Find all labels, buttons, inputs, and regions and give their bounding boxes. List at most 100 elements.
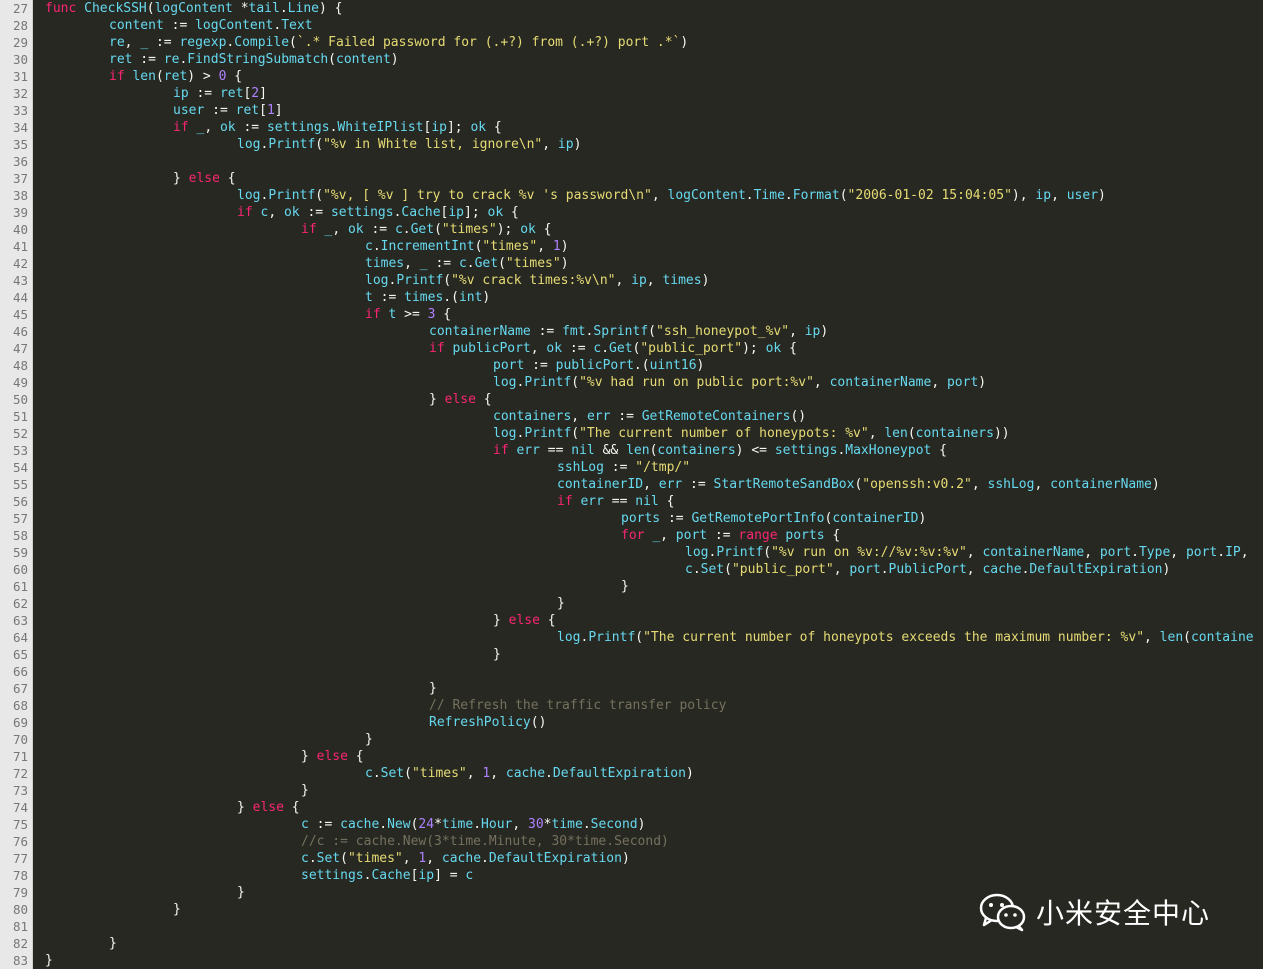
- code-editor[interactable]: 27 28 29 30 31 32 33 34 35 36 37 38 39 40 41 42 43 44 45 46…: [0, 0, 1263, 969]
- line-number: 47: [12, 341, 28, 356]
- code-line: c.Set("public_port", port.PublicPort, ca…: [685, 562, 1171, 577]
- code-line: user := ret[1]: [173, 103, 283, 118]
- line-number: 41: [12, 239, 28, 254]
- code-line: if err == nil && len(containers) <= sett…: [493, 443, 948, 458]
- line-number: 56: [12, 494, 28, 509]
- line-number: 34: [12, 120, 28, 135]
- line-number: 71: [12, 749, 28, 764]
- code-line: if err == nil {: [557, 494, 675, 509]
- line-number: 68: [12, 698, 28, 713]
- line-number: 65: [12, 647, 28, 662]
- line-number: 81: [12, 919, 28, 934]
- code-line: }: [557, 596, 565, 611]
- line-number: 35: [12, 137, 28, 152]
- line-number: 45: [12, 307, 28, 322]
- line-number: 70: [12, 732, 28, 747]
- code-line: }: [493, 647, 501, 662]
- wechat-icon: [979, 893, 1026, 932]
- line-number: 40: [12, 222, 28, 237]
- line-number: 36: [12, 154, 28, 169]
- line-number: 63: [12, 613, 28, 628]
- code-line: port := publicPort.(uint16): [493, 358, 705, 373]
- line-number: 49: [12, 375, 28, 390]
- code-line: RefreshPolicy(): [429, 715, 547, 730]
- code-line: log.Printf("%v in White list, ignore\n",…: [237, 137, 582, 152]
- code-line: //c := cache.New(3*time.Minute, 30*time.…: [301, 834, 669, 849]
- line-number: 52: [12, 426, 28, 441]
- line-number: 50: [12, 392, 28, 407]
- code-line: log.Printf("The current number of honeyp…: [557, 630, 1254, 645]
- code-line: }: [429, 681, 437, 696]
- line-number: 27: [12, 1, 28, 16]
- code-line: content := logContent.Text: [109, 18, 313, 33]
- line-number: 60: [12, 562, 28, 577]
- code-line: settings.Cache[ip] = c: [301, 868, 474, 883]
- code-line: c.Set("times", 1, cache.DefaultExpiratio…: [365, 766, 694, 781]
- line-number: 30: [12, 52, 28, 67]
- line-number: 37: [12, 171, 28, 186]
- code-line: containerName := fmt.Sprintf("ssh_honeyp…: [429, 324, 829, 339]
- code-line: }: [301, 783, 309, 798]
- code-line: }: [45, 953, 53, 968]
- line-number: 73: [12, 783, 28, 798]
- code-line: t := times.(int): [365, 290, 491, 305]
- code-line: // Refresh the traffic transfer policy: [429, 698, 727, 713]
- line-number: 43: [12, 273, 28, 288]
- code-line: }: [365, 732, 373, 747]
- line-number: 39: [12, 205, 28, 220]
- line-number: 80: [12, 902, 28, 917]
- line-number: 33: [12, 103, 28, 118]
- line-number: 59: [12, 545, 28, 560]
- code-line: }: [173, 902, 181, 917]
- line-number-gutter: 27 28 29 30 31 32 33 34 35 36 37 38 39 40 41 42 43 44 45 46…: [0, 0, 33, 969]
- line-number: 42: [12, 256, 28, 271]
- line-number: 44: [12, 290, 28, 305]
- code-line: } else {: [493, 613, 556, 628]
- code-area[interactable]: func CheckSSH(logContent *tail.Line) { co…: [33, 0, 1263, 969]
- code-line: containerID, err := StartRemoteSandBox("…: [557, 477, 1160, 492]
- code-line: log.Printf("%v crack times:%v\n", ip, ti…: [365, 273, 710, 288]
- line-number: 58: [12, 528, 28, 543]
- code-line: c := cache.New(24*time.Hour, 30*time.Sec…: [301, 817, 646, 832]
- watermark-text: 小米安全中心: [1036, 897, 1211, 930]
- code-line: if publicPort, ok := c.Get("public_port"…: [429, 341, 797, 356]
- line-number: 83: [12, 953, 28, 968]
- code-line: if c, ok := settings.Cache[ip]; ok {: [237, 205, 519, 220]
- code-line: } else {: [429, 392, 492, 407]
- code-line: }: [621, 579, 629, 594]
- line-number: 62: [12, 596, 28, 611]
- code-line: ret := re.FindStringSubmatch(content): [109, 52, 399, 67]
- line-number: 76: [12, 834, 28, 849]
- line-number: 75: [12, 817, 28, 832]
- watermark: 小米安全中心: [978, 890, 1210, 934]
- code-line: func CheckSSH(logContent *tail.Line) {: [45, 1, 343, 16]
- line-number: 29: [12, 35, 28, 50]
- code-line: if t >= 3 {: [365, 307, 452, 322]
- code-line: ports := GetRemotePortInfo(containerID): [621, 511, 927, 526]
- code-line: c.Set("times", 1, cache.DefaultExpiratio…: [301, 851, 630, 866]
- code-line: c.IncrementInt("times", 1): [365, 239, 569, 254]
- line-number: 67: [12, 681, 28, 696]
- line-number: 74: [12, 800, 28, 815]
- code-line: if _, ok := settings.WhiteIPlist[ip]; ok…: [173, 120, 502, 135]
- line-number: 64: [12, 630, 28, 645]
- line-number: 46: [12, 324, 28, 339]
- line-number: 77: [12, 851, 28, 866]
- line-number: 78: [12, 868, 28, 883]
- code-line: containers, err := GetRemoteContainers(): [493, 409, 807, 424]
- line-number: 51: [12, 409, 28, 424]
- code-line: if len(ret) > 0 {: [109, 69, 243, 84]
- code-line: re, _ := regexp.Compile(`.* Failed passw…: [109, 35, 689, 50]
- code-line: sshLog := "/tmp/": [557, 460, 691, 475]
- line-number: 38: [12, 188, 28, 203]
- code-line: log.Printf("%v had run on public port:%v…: [493, 375, 987, 390]
- code-line: } else {: [301, 749, 364, 764]
- line-number: 82: [12, 936, 28, 951]
- code-line: ip := ret[2]: [173, 86, 267, 101]
- line-number: 48: [12, 358, 28, 373]
- code-line: } else {: [237, 800, 300, 815]
- line-number: 57: [12, 511, 28, 526]
- line-number: 53: [12, 443, 28, 458]
- code-line: times, _ := c.Get("times"): [365, 256, 569, 271]
- code-line: log.Printf("The current number of honeyp…: [493, 426, 1010, 441]
